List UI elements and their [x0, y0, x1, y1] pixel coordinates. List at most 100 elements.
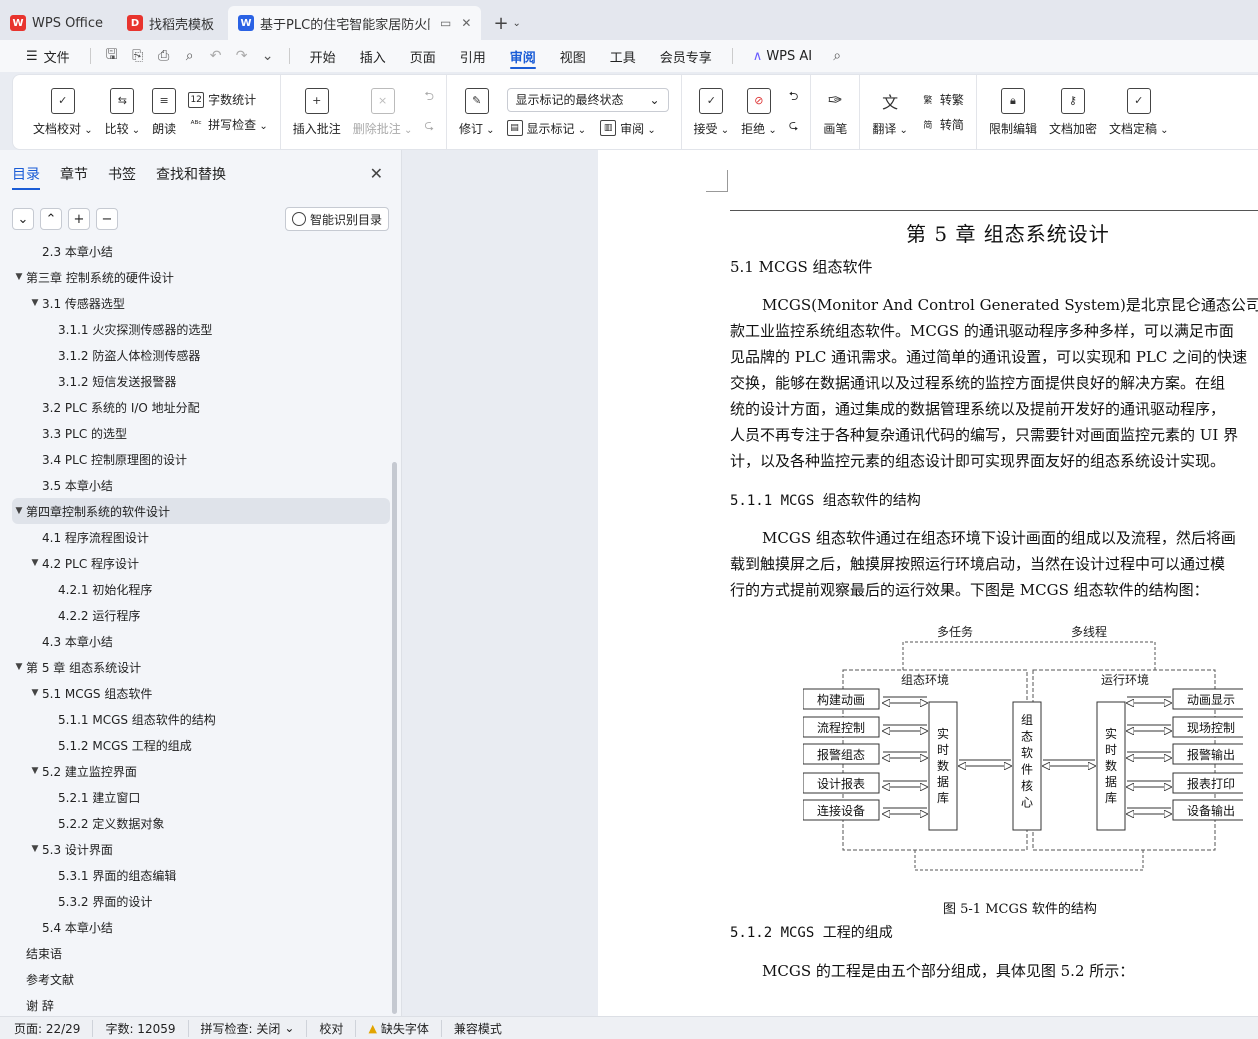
expand-arrow-icon[interactable]: ▼	[28, 298, 42, 308]
monitor-icon[interactable]: ▭	[440, 16, 451, 30]
toc-item[interactable]: 参考文献	[12, 966, 390, 992]
expand-arrow-icon[interactable]: ▼	[28, 844, 42, 854]
menu-item-view[interactable]: 视图	[548, 40, 598, 72]
menu-item-page[interactable]: 页面	[398, 40, 448, 72]
toc-item[interactable]: 结束语	[12, 940, 390, 966]
read-aloud-button[interactable]: ≡ 朗读	[146, 75, 182, 149]
delete-comment-button[interactable]: × 删除批注	[347, 75, 419, 149]
toc-item[interactable]: 谢 辞	[12, 992, 390, 1014]
toc-item[interactable]: 5.2.2 定义数据对象	[12, 810, 390, 836]
document-page[interactable]: 第 5 章 组态系统设计 5.1 MCGS 组态软件 MCGS(Monitor …	[598, 150, 1258, 1016]
toc-item[interactable]: 5.3.2 界面的设计	[12, 888, 390, 914]
search-icon[interactable]: ⌕	[824, 40, 850, 72]
toc-item[interactable]: 4.2.1 初始化程序	[12, 576, 390, 602]
compare-button[interactable]: ⇆ 比较	[99, 75, 147, 149]
finalize-button[interactable]: ✓ 文档定稿	[1103, 75, 1175, 149]
wps-ai-button[interactable]: ∧ WPS AI	[741, 40, 824, 72]
save-icon[interactable]: 🖫	[99, 40, 125, 72]
toc-item[interactable]: 3.1.1 火灾探测传感器的选型	[12, 316, 390, 342]
markup-state-select[interactable]: 显示标记的最终状态 ⌄	[506, 87, 669, 112]
toc-item[interactable]: ▼ 5.3 设计界面	[12, 836, 390, 862]
menu-item-insert[interactable]: 插入	[348, 40, 398, 72]
spell-check-button[interactable]: ᴬᴮᶜ 拼写检查	[188, 116, 268, 133]
share-icon[interactable]: ⎘	[125, 40, 151, 72]
collapse-up-icon[interactable]: ⌃	[40, 208, 62, 230]
menu-item-references[interactable]: 引用	[448, 40, 498, 72]
toc-item[interactable]: 2.3 本章小结	[12, 238, 390, 264]
tab-find-replace[interactable]: 查找和替换	[156, 164, 226, 190]
tab-docer[interactable]: D 找稻壳模板	[117, 6, 224, 40]
toc-item[interactable]: ▼ 第三章 控制系统的硬件设计	[12, 264, 390, 290]
encrypt-button[interactable]: ⚷ 文档加密	[1043, 75, 1103, 149]
expand-down-icon[interactable]: ⌄	[12, 208, 34, 230]
toc-item[interactable]: 5.4 本章小结	[12, 914, 390, 940]
more-chevron-icon[interactable]: ⌄	[255, 40, 281, 72]
reject-button[interactable]: ⊘ 拒绝	[735, 75, 783, 149]
tab-toc[interactable]: 目录	[12, 164, 40, 190]
doc-check-button[interactable]: ✓ 文档校对	[27, 75, 99, 149]
toc-item[interactable]: 3.2 PLC 系统的 I/O 地址分配	[12, 394, 390, 420]
expand-arrow-icon[interactable]: ▼	[12, 272, 26, 282]
to-simplified-button[interactable]: 简 转简	[920, 116, 964, 133]
next-change-icon[interactable]: ⮎	[789, 116, 799, 137]
menu-item-review[interactable]: 审阅	[498, 40, 548, 72]
toc-item[interactable]: 3.1.2 短信发送报警器	[12, 368, 390, 394]
word-count-button[interactable]: 12 字数统计	[188, 91, 268, 108]
toc-item[interactable]: ▼ 4.2 PLC 程序设计	[12, 550, 390, 576]
redo-icon[interactable]: ↷	[229, 40, 255, 72]
proof-status[interactable]: 校对	[319, 1019, 357, 1037]
translate-button[interactable]: 文 翻译	[866, 75, 914, 149]
smart-toc-button[interactable]: 智能识别目录	[285, 207, 390, 231]
toc-item[interactable]: 4.1 程序流程图设计	[12, 524, 390, 550]
tab-current-document[interactable]: W 基于PLC的住宅智能家居防火防 ▭ ✕	[228, 6, 482, 40]
toc-item[interactable]: 5.1.1 MCGS 组态软件的结构	[12, 706, 390, 732]
spell-check-status[interactable]: 拼写检查: 关闭 ⌄	[201, 1019, 308, 1037]
toc-item[interactable]: 4.3 本章小结	[12, 628, 390, 654]
restrict-edit-button[interactable]: 🔒︎ 限制编辑	[983, 75, 1043, 149]
revise-button[interactable]: ✎ 修订	[453, 75, 501, 149]
page-indicator[interactable]: 页面: 22/29	[14, 1019, 94, 1037]
accept-button[interactable]: ✓ 接受	[688, 75, 736, 149]
word-count-indicator[interactable]: 字数: 12059	[105, 1019, 189, 1037]
prev-comment-icon[interactable]: ⮌	[424, 87, 434, 108]
toc-item[interactable]: ▼ 5.2 建立监控界面	[12, 758, 390, 784]
toc-item[interactable]: 3.5 本章小结	[12, 472, 390, 498]
toc-item[interactable]: ▼ 第四章控制系统的软件设计	[12, 498, 390, 524]
toc-item[interactable]: 5.3.1 界面的组态编辑	[12, 862, 390, 888]
expand-arrow-icon[interactable]: ▼	[12, 506, 26, 516]
next-comment-icon[interactable]: ⮎	[424, 116, 434, 137]
insert-comment-button[interactable]: + 插入批注	[287, 75, 347, 149]
review-pane-button[interactable]: ▥ 审阅	[600, 120, 656, 137]
pen-button[interactable]: ✑ 画笔	[817, 75, 853, 149]
expand-arrow-icon[interactable]: ▼	[28, 688, 42, 698]
tab-wps-office[interactable]: W WPS Office	[0, 6, 113, 40]
add-level-icon[interactable]: +	[68, 208, 90, 230]
menu-item-tools[interactable]: 工具	[598, 40, 648, 72]
toc-item[interactable]: 5.1.2 MCGS 工程的组成	[12, 732, 390, 758]
expand-arrow-icon[interactable]: ▼	[28, 558, 42, 568]
tab-bookmarks[interactable]: 书签	[108, 164, 136, 190]
file-menu[interactable]: ☰ 文件	[14, 40, 82, 72]
expand-arrow-icon[interactable]: ▼	[28, 766, 42, 776]
toc-item[interactable]: 3.4 PLC 控制原理图的设计	[12, 446, 390, 472]
print-icon[interactable]: ⎙	[151, 40, 177, 72]
show-markup-button[interactable]: ▤ 显示标记	[506, 120, 587, 137]
toc-item[interactable]: 3.1.2 防盗人体检测传感器	[12, 342, 390, 368]
new-tab-button[interactable]: + ⌄	[485, 6, 528, 40]
close-tab-icon[interactable]: ✕	[461, 16, 471, 30]
menu-item-member[interactable]: 会员专享	[648, 40, 724, 72]
toc-item[interactable]: ▼ 5.1 MCGS 组态软件	[12, 680, 390, 706]
undo-icon[interactable]: ↶	[203, 40, 229, 72]
chevron-down-icon[interactable]: ⌄	[513, 18, 521, 29]
toc-item[interactable]: 4.2.2 运行程序	[12, 602, 390, 628]
toc-item[interactable]: 3.3 PLC 的选型	[12, 420, 390, 446]
remove-level-icon[interactable]: −	[96, 208, 118, 230]
toc-scrollbar[interactable]	[392, 462, 397, 1014]
to-traditional-button[interactable]: 繁 转繁	[920, 91, 964, 108]
toc-item[interactable]: 5.2.1 建立窗口	[12, 784, 390, 810]
toc-item[interactable]: ▼ 3.1 传感器选型	[12, 290, 390, 316]
close-icon[interactable]: ✕	[370, 164, 383, 183]
tab-chapters[interactable]: 章节	[60, 164, 88, 190]
menu-item-home[interactable]: 开始	[298, 40, 348, 72]
print-preview-icon[interactable]: ⌕	[177, 40, 203, 72]
